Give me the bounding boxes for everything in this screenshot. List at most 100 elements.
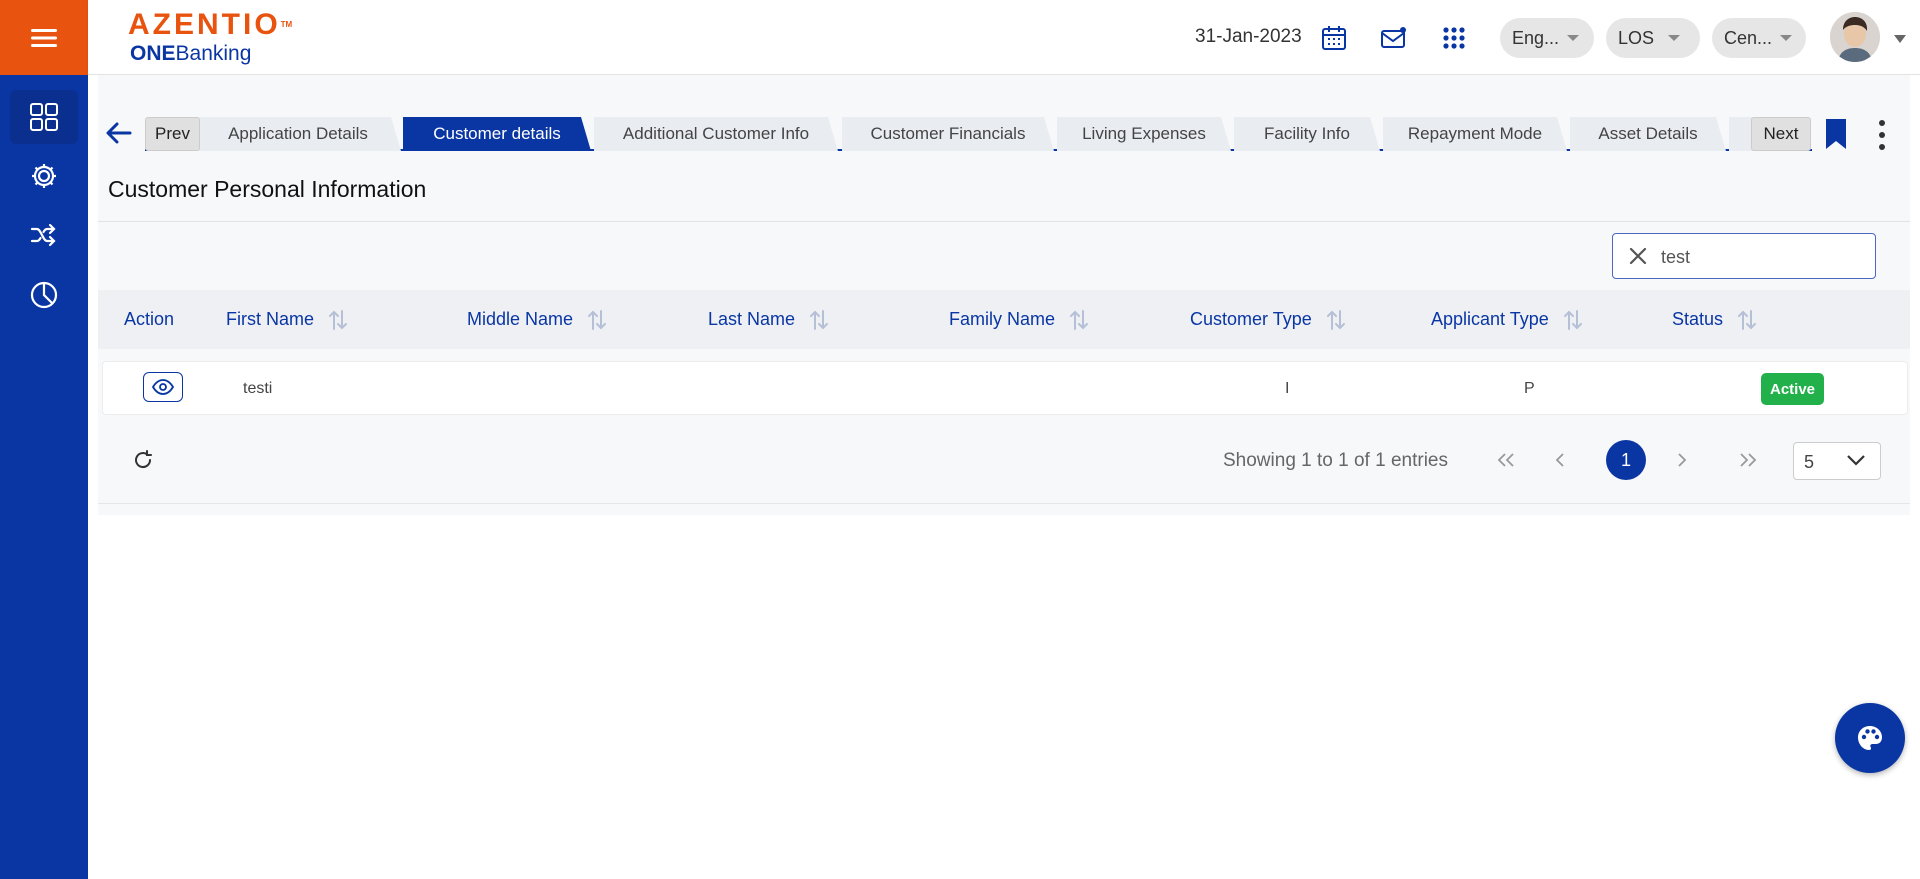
- tab-asset-details[interactable]: Asset Details: [1570, 117, 1726, 151]
- sidebar-item-reports[interactable]: [10, 268, 78, 322]
- tab-application-details[interactable]: Application Details: [195, 117, 401, 151]
- arrow-left-icon: [106, 122, 132, 144]
- column-header-applicant-type[interactable]: Applicant Type: [1431, 290, 1583, 349]
- tab-additional-customer-info[interactable]: Additional Customer Info: [594, 117, 838, 151]
- previous-page-button[interactable]: [1540, 440, 1580, 480]
- business-date: 31-Jan-2023: [1195, 26, 1302, 47]
- sidebar: [0, 0, 88, 879]
- view-row-button[interactable]: [143, 372, 183, 402]
- shuffle-icon: [30, 223, 56, 247]
- top-bar: AZENTIOTM ONEBanking 31-Jan-2023 Eng... …: [88, 0, 1920, 75]
- sidebar-item-dashboard[interactable]: [10, 90, 78, 144]
- chevron-down-icon: [1780, 35, 1793, 41]
- tab-living-expenses[interactable]: Living Expenses: [1057, 117, 1231, 151]
- tab-label: Facility Info: [1264, 124, 1350, 143]
- sort-icon: [1326, 309, 1345, 330]
- user-avatar-icon: [1830, 12, 1880, 62]
- calendar-button[interactable]: [1318, 22, 1350, 54]
- eye-icon: [152, 379, 174, 395]
- table-row: testi I P Active: [102, 361, 1908, 415]
- column-header-action: Action: [124, 290, 174, 349]
- brand-name: AZENTIO: [128, 8, 281, 41]
- table-header: Action First Name Middle Name Last Name …: [98, 290, 1910, 349]
- page-size-select[interactable]: 5: [1793, 442, 1881, 480]
- last-page-button[interactable]: [1728, 440, 1768, 480]
- column-label: Status: [1672, 309, 1724, 329]
- column-label: First Name: [226, 309, 315, 329]
- clear-search-button[interactable]: [1627, 245, 1649, 272]
- column-label: Customer Type: [1190, 309, 1312, 329]
- theme-palette-button[interactable]: [1835, 703, 1905, 773]
- bookmark-icon: [1826, 119, 1846, 149]
- tab-repayment-mode[interactable]: Repayment Mode: [1383, 117, 1567, 151]
- status-badge: Active: [1761, 373, 1825, 405]
- sort-icon: [1563, 309, 1582, 330]
- branch-dropdown[interactable]: Cen...: [1712, 18, 1806, 58]
- avatar[interactable]: [1830, 12, 1880, 62]
- tab-label: Asset Details: [1598, 124, 1698, 143]
- module-dropdown[interactable]: LOS: [1606, 18, 1700, 58]
- page-title: Customer Personal Information: [108, 176, 427, 202]
- apps-grid-icon: [1443, 27, 1465, 49]
- cell-first-name: testi: [243, 380, 273, 397]
- module-value: LOS: [1618, 27, 1655, 48]
- refresh-icon: [135, 450, 152, 469]
- apps-button[interactable]: [1438, 22, 1470, 54]
- column-label: Middle Name: [467, 309, 574, 329]
- step-tabs: Prev Application Details Customer detail…: [145, 117, 1812, 151]
- gear-icon: [32, 164, 56, 188]
- tab-customer-details[interactable]: Customer details: [403, 117, 591, 151]
- user-menu-caret[interactable]: [1894, 35, 1906, 43]
- brand-trademark: TM: [280, 20, 293, 29]
- column-label: Action: [124, 309, 175, 329]
- tab-label: Repayment Mode: [1407, 124, 1543, 143]
- mail-icon: [1381, 27, 1406, 48]
- close-icon: [1629, 247, 1647, 265]
- more-options-button[interactable]: [1876, 119, 1888, 156]
- tab-customer-financials[interactable]: Customer Financials: [842, 117, 1054, 151]
- column-header-middle-name[interactable]: Middle Name: [467, 290, 607, 349]
- tab-facility-info[interactable]: Facility Info: [1234, 117, 1380, 151]
- pagination-summary: Showing 1 to 1 of 1 entries: [1223, 450, 1448, 471]
- column-header-last-name[interactable]: Last Name: [708, 290, 829, 349]
- sort-icon: [329, 309, 348, 330]
- chevron-left-icon: [1555, 453, 1564, 467]
- column-header-customer-type[interactable]: Customer Type: [1190, 290, 1346, 349]
- search-input[interactable]: [1661, 243, 1861, 271]
- back-button[interactable]: [104, 118, 134, 153]
- next-page-button[interactable]: [1662, 440, 1702, 480]
- next-tab-button[interactable]: Next: [1751, 117, 1811, 151]
- first-page-button[interactable]: [1486, 440, 1526, 480]
- palette-icon: [1858, 726, 1882, 750]
- page-button-current[interactable]: 1: [1606, 440, 1646, 480]
- menu-toggle-button[interactable]: [0, 0, 88, 75]
- column-header-family-name[interactable]: Family Name: [949, 290, 1089, 349]
- sort-icon: [1070, 309, 1089, 330]
- bookmark-button[interactable]: [1824, 117, 1848, 156]
- brand-logo: AZENTIOTM ONEBanking: [128, 10, 292, 66]
- dashboard-grid-icon: [30, 103, 58, 131]
- tab-label: Customer Financials: [870, 124, 1026, 143]
- tab-label: Application Details: [228, 124, 368, 143]
- panel-bottom-divider: [98, 503, 1910, 504]
- column-header-first-name[interactable]: First Name: [226, 290, 348, 349]
- hamburger-icon: [31, 28, 57, 47]
- main-content: Prev Application Details Customer detail…: [88, 75, 1920, 879]
- table-search: [1612, 233, 1876, 279]
- refresh-button[interactable]: [132, 449, 154, 476]
- messages-button[interactable]: [1378, 22, 1410, 54]
- column-label: Applicant Type: [1431, 309, 1549, 329]
- tab-label: Customer details: [433, 124, 561, 143]
- sort-icon: [1738, 309, 1757, 330]
- cell-customer-type: I: [1285, 380, 1290, 397]
- tab-label: Living Expenses: [1082, 124, 1206, 143]
- column-header-status[interactable]: Status: [1672, 290, 1757, 349]
- chevron-double-left-icon: [1497, 453, 1514, 467]
- sidebar-item-settings[interactable]: [10, 149, 78, 203]
- sidebar-item-workflow[interactable]: [10, 208, 78, 262]
- page-size-value: 5: [1804, 452, 1815, 472]
- prev-tab-button[interactable]: Prev: [145, 117, 200, 151]
- chevron-down-icon: [1847, 455, 1865, 466]
- language-dropdown[interactable]: Eng...: [1500, 18, 1594, 58]
- chevron-down-icon: [1567, 35, 1580, 41]
